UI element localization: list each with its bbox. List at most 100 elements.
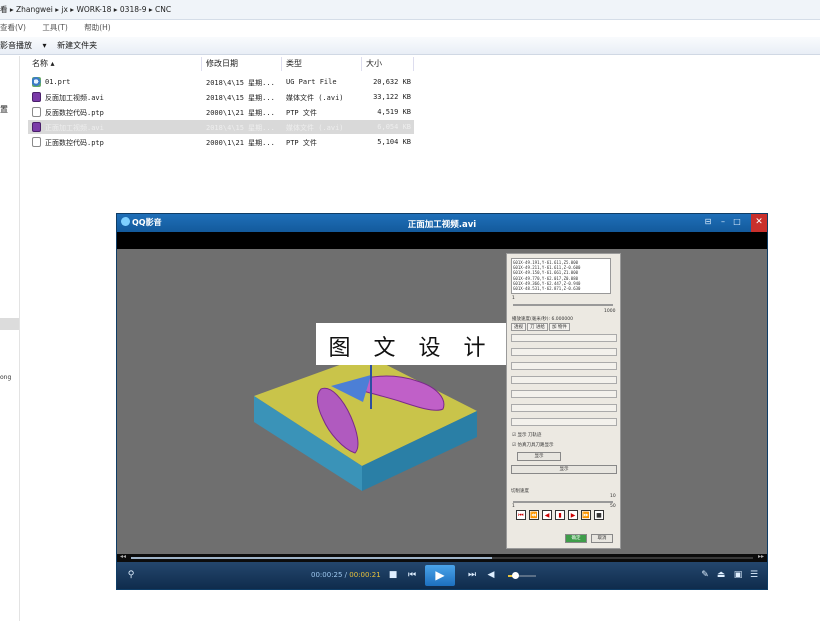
cnc-tabs: 透视刀 进给加 物件 — [511, 323, 571, 331]
tab-object[interactable]: 加 物件 — [548, 323, 570, 331]
seek-bar[interactable]: ◂◂ ▸▸ — [117, 553, 767, 562]
file-size: 33,122 KB — [373, 93, 411, 101]
playlist-icon[interactable]: ☰ — [748, 569, 760, 581]
step-back-icon[interactable]: ⏪ — [529, 510, 539, 520]
file-name[interactable]: 正面加工视频.avi — [45, 123, 205, 133]
reset-button[interactable]: 显示 — [511, 465, 617, 474]
new-folder-button[interactable]: 新建文件夹 — [57, 41, 97, 50]
close-icon[interactable]: ✕ — [751, 214, 767, 232]
file-name[interactable]: 正面数控代码.ptp — [45, 138, 205, 148]
nav-item-label[interactable]: 置 — [0, 104, 8, 115]
address-bar[interactable]: 看 ▸ Zhangwei ▸ jx ▸ WORK-18 ▸ 0318-9 ▸ C… — [0, 0, 820, 20]
display-button[interactable]: 显示 — [517, 452, 561, 461]
menu-icon[interactable]: ⊟ — [702, 217, 714, 229]
option-group[interactable] — [511, 376, 617, 384]
eject-icon[interactable]: ⏏ — [715, 569, 727, 581]
file-name[interactable]: 反面数控代码.ptp — [45, 108, 205, 118]
stop-icon[interactable]: ■ — [594, 510, 604, 520]
volume-icon[interactable]: ◀ — [485, 569, 497, 581]
speed-label: 播放速度(毫米/秒): 6.000000 — [512, 317, 573, 322]
play-button[interactable]: ▶ — [425, 565, 455, 586]
nav-item-selected[interactable] — [0, 318, 19, 330]
file-date: 2018\4\15 星期... — [206, 79, 275, 87]
play-media-button[interactable]: 影音播放 — [0, 41, 32, 50]
volume-slider[interactable] — [508, 572, 536, 579]
file-size: 5,104 KB — [377, 138, 411, 146]
time-display: 00:00:25 / 00:00:21 — [311, 571, 381, 579]
cnc-simulation-panel: G01X-49.191,Y-61.611,Z5.000 G01X-49.211,… — [506, 253, 621, 549]
minimize-icon[interactable]: – — [717, 217, 729, 229]
previous-icon[interactable]: ⏮ — [406, 569, 418, 581]
seek-forward-icon[interactable]: ▸▸ — [758, 553, 764, 560]
option-group[interactable] — [511, 390, 617, 398]
next-icon[interactable]: ⏭ — [466, 569, 478, 581]
display-trace-checkbox[interactable]: ☑ 显示 刀轨迹 — [512, 432, 541, 438]
player-title-bar[interactable]: QQ影音 正面加工视频.avi ⊟ – □ ✕ — [117, 214, 767, 232]
file-row[interactable]: 01.prt 2018\4\15 星期... UG Part File 20,632 … — [28, 75, 414, 89]
file-type: PTP 文件 — [286, 139, 317, 147]
tab-perspective[interactable]: 透视 — [511, 323, 526, 331]
file-ptp-icon — [32, 137, 41, 147]
tab-feed[interactable]: 刀 进给 — [527, 323, 548, 331]
column-header-size[interactable]: 大小 — [362, 57, 414, 71]
option-group[interactable] — [511, 418, 617, 426]
chevron-down-icon[interactable]: ▾ — [43, 41, 47, 50]
file-type: PTP 文件 — [286, 109, 317, 117]
file-row[interactable]: 正面加工视频.avi 2018\4\15 星期... 媒体文件 (.avi) 6,05… — [28, 120, 414, 134]
time-current: 00:00:25 — [311, 571, 343, 579]
stop-icon[interactable]: ■ — [387, 569, 399, 581]
file-row[interactable]: 正面数控代码.ptp 2000\1\21 星期... PTP 文件 5,104 KB — [28, 135, 414, 149]
tool-path-checkbox[interactable]: ☑ 仿真刀具刀路显示 — [512, 442, 553, 448]
option-group[interactable] — [511, 362, 617, 370]
toolbar: 影音播放 ▾ 新建文件夹 — [0, 37, 820, 55]
menu-tools[interactable]: 工具(T) — [42, 23, 67, 32]
screen-icon[interactable]: ▣ — [732, 569, 744, 581]
scale-min-label: 1 — [512, 296, 515, 301]
menu-view[interactable]: 查看(V) — [0, 23, 26, 32]
ok-button[interactable]: 确定 — [565, 534, 587, 543]
menu-help[interactable]: 帮助(H) — [84, 23, 111, 32]
column-header-name[interactable]: 名称 ▴ — [28, 57, 202, 71]
player-controls: ⚲ 00:00:25 / 00:00:21 ■ ⏮ ▶ ⏭ ◀ ✎ ⏏ ▣ ☰ — [117, 562, 767, 589]
scale-slider[interactable] — [513, 304, 613, 306]
skip-start-icon[interactable]: ⏮ — [516, 510, 526, 520]
option-group[interactable] — [511, 334, 617, 342]
file-type: 媒体文件 (.avi) — [286, 94, 344, 102]
file-size: 6,054 KB — [377, 123, 411, 131]
cut-speed-slider[interactable] — [513, 501, 613, 503]
maximize-icon[interactable]: □ — [731, 217, 743, 229]
file-name[interactable]: 01.prt — [45, 78, 205, 86]
column-header-date[interactable]: 修改日期 — [202, 57, 282, 71]
video-viewport[interactable]: 图 文 设 计 G01X-49.191,Y-61.611,Z5.000 G01X… — [117, 249, 767, 554]
reverse-icon[interactable]: ◀ — [542, 510, 552, 520]
file-row[interactable]: 反面加工视频.avi 2018\4\15 星期... 媒体文件 (.avi) 33,1… — [28, 90, 414, 104]
navigation-pane: 置 ong — [0, 56, 20, 621]
seek-track[interactable] — [131, 557, 753, 559]
file-date: 2018\4\15 星期... — [206, 124, 275, 132]
step-max-label: 50 — [610, 504, 616, 509]
file-name[interactable]: 反面加工视频.avi — [45, 93, 205, 103]
player-title: 正面加工视频.avi — [407, 220, 477, 230]
step-forward-icon[interactable]: ⏩ — [581, 510, 591, 520]
file-row[interactable]: 反面数控代码.ptp 2000\1\21 星期... PTP 文件 4,519 KB — [28, 105, 414, 119]
cancel-button[interactable]: 取消 — [591, 534, 613, 543]
nc-code-list[interactable]: G01X-49.191,Y-61.611,Z5.000 G01X-49.211,… — [511, 258, 611, 294]
file-explorer-window: 看 ▸ Zhangwei ▸ jx ▸ WORK-18 ▸ 0318-9 ▸ C… — [0, 0, 820, 621]
address-path[interactable]: 看 ▸ Zhangwei ▸ jx ▸ WORK-18 ▸ 0318-9 ▸ C… — [0, 5, 171, 14]
cnc-simulation-render — [254, 354, 477, 491]
file-prt-icon — [32, 77, 41, 87]
file-avi-icon — [32, 122, 41, 132]
seek-back-icon[interactable]: ◂◂ — [120, 553, 126, 560]
file-avi-icon — [32, 92, 41, 102]
seek-fill — [131, 557, 492, 559]
wand-icon[interactable]: ⚲ — [125, 569, 137, 581]
pause-icon[interactable]: ▮ — [555, 510, 565, 520]
option-group[interactable] — [511, 404, 617, 412]
tools-icon[interactable]: ✎ — [699, 569, 711, 581]
option-group[interactable] — [511, 348, 617, 356]
nav-item-label[interactable]: ong — [0, 374, 11, 381]
file-size: 20,632 KB — [373, 78, 411, 86]
column-header-type[interactable]: 类型 — [282, 57, 362, 71]
volume-knob[interactable] — [512, 572, 519, 579]
forward-icon[interactable]: ▶ — [568, 510, 578, 520]
